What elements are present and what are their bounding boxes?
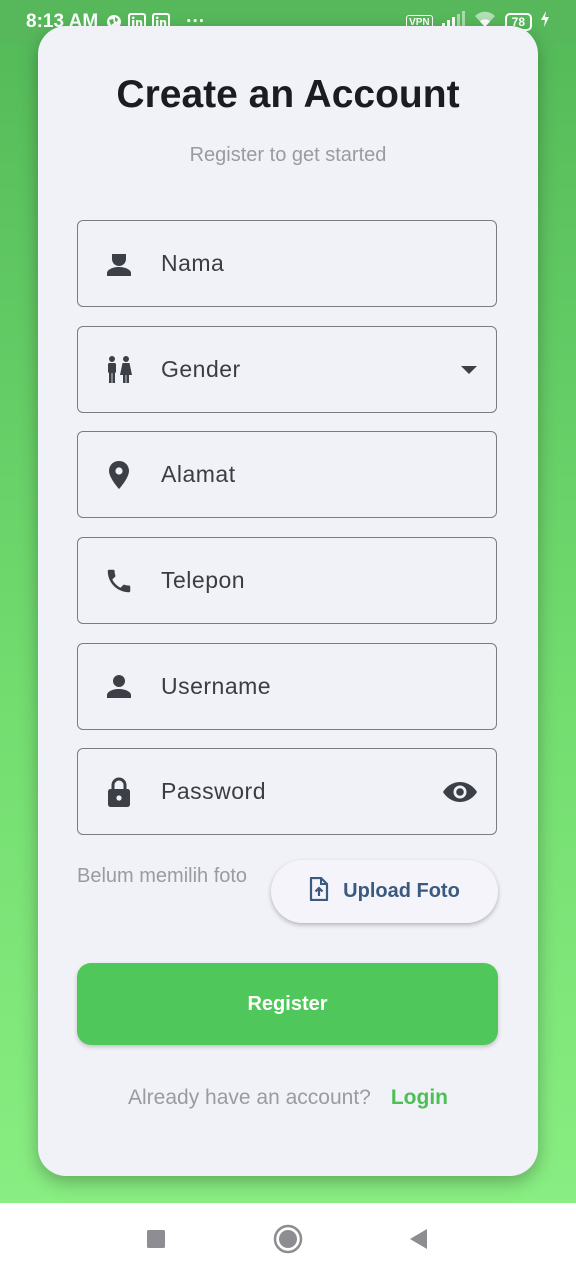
- upload-photo-label: Upload Foto: [343, 880, 460, 902]
- photo-status-text: Belum memilih foto: [77, 865, 248, 887]
- eye-icon[interactable]: [442, 780, 478, 804]
- login-prompt: Already have an account? Login: [38, 1086, 538, 1110]
- back-button[interactable]: [398, 1203, 438, 1280]
- password-label: Password: [161, 778, 266, 804]
- page-title: Create an Account: [116, 73, 460, 116]
- alamat-label: Alamat: [161, 461, 236, 487]
- wc-icon: [99, 355, 139, 385]
- telepon-label: Telepon: [161, 567, 246, 593]
- home-button[interactable]: [268, 1203, 308, 1280]
- gender-select[interactable]: Gender: [77, 326, 497, 413]
- circle-icon: [273, 1224, 303, 1259]
- alamat-field[interactable]: Alamat: [77, 431, 497, 518]
- telepon-field[interactable]: Telepon: [77, 537, 497, 624]
- back-triangle-icon: [408, 1228, 428, 1255]
- system-nav-bar: [0, 1203, 576, 1280]
- phone-icon: [99, 566, 139, 596]
- username-label: Username: [161, 673, 272, 699]
- gender-label: Gender: [161, 356, 241, 382]
- lock-icon: [99, 775, 139, 809]
- login-link[interactable]: Login: [391, 1086, 448, 1109]
- file-upload-icon: [309, 876, 329, 907]
- password-field[interactable]: Password: [77, 748, 497, 835]
- location-pin-icon: [99, 459, 139, 491]
- register-button[interactable]: Register: [77, 963, 498, 1045]
- recents-button[interactable]: [136, 1203, 176, 1280]
- upload-photo-button[interactable]: Upload Foto: [271, 860, 498, 923]
- nama-label: Nama: [161, 250, 225, 276]
- charging-icon: [540, 11, 550, 33]
- chevron-down-icon[interactable]: [460, 365, 478, 375]
- login-prompt-text: Already have an account?: [128, 1086, 371, 1109]
- username-field[interactable]: Username: [77, 643, 497, 730]
- square-icon: [146, 1229, 166, 1254]
- person-icon: [99, 672, 139, 702]
- nama-field[interactable]: Nama: [77, 220, 497, 307]
- page-subtitle: Register to get started: [189, 144, 387, 166]
- register-card: Create an Account Register to get starte…: [38, 26, 538, 1176]
- person-icon: [99, 249, 139, 279]
- register-label: Register: [247, 992, 328, 1015]
